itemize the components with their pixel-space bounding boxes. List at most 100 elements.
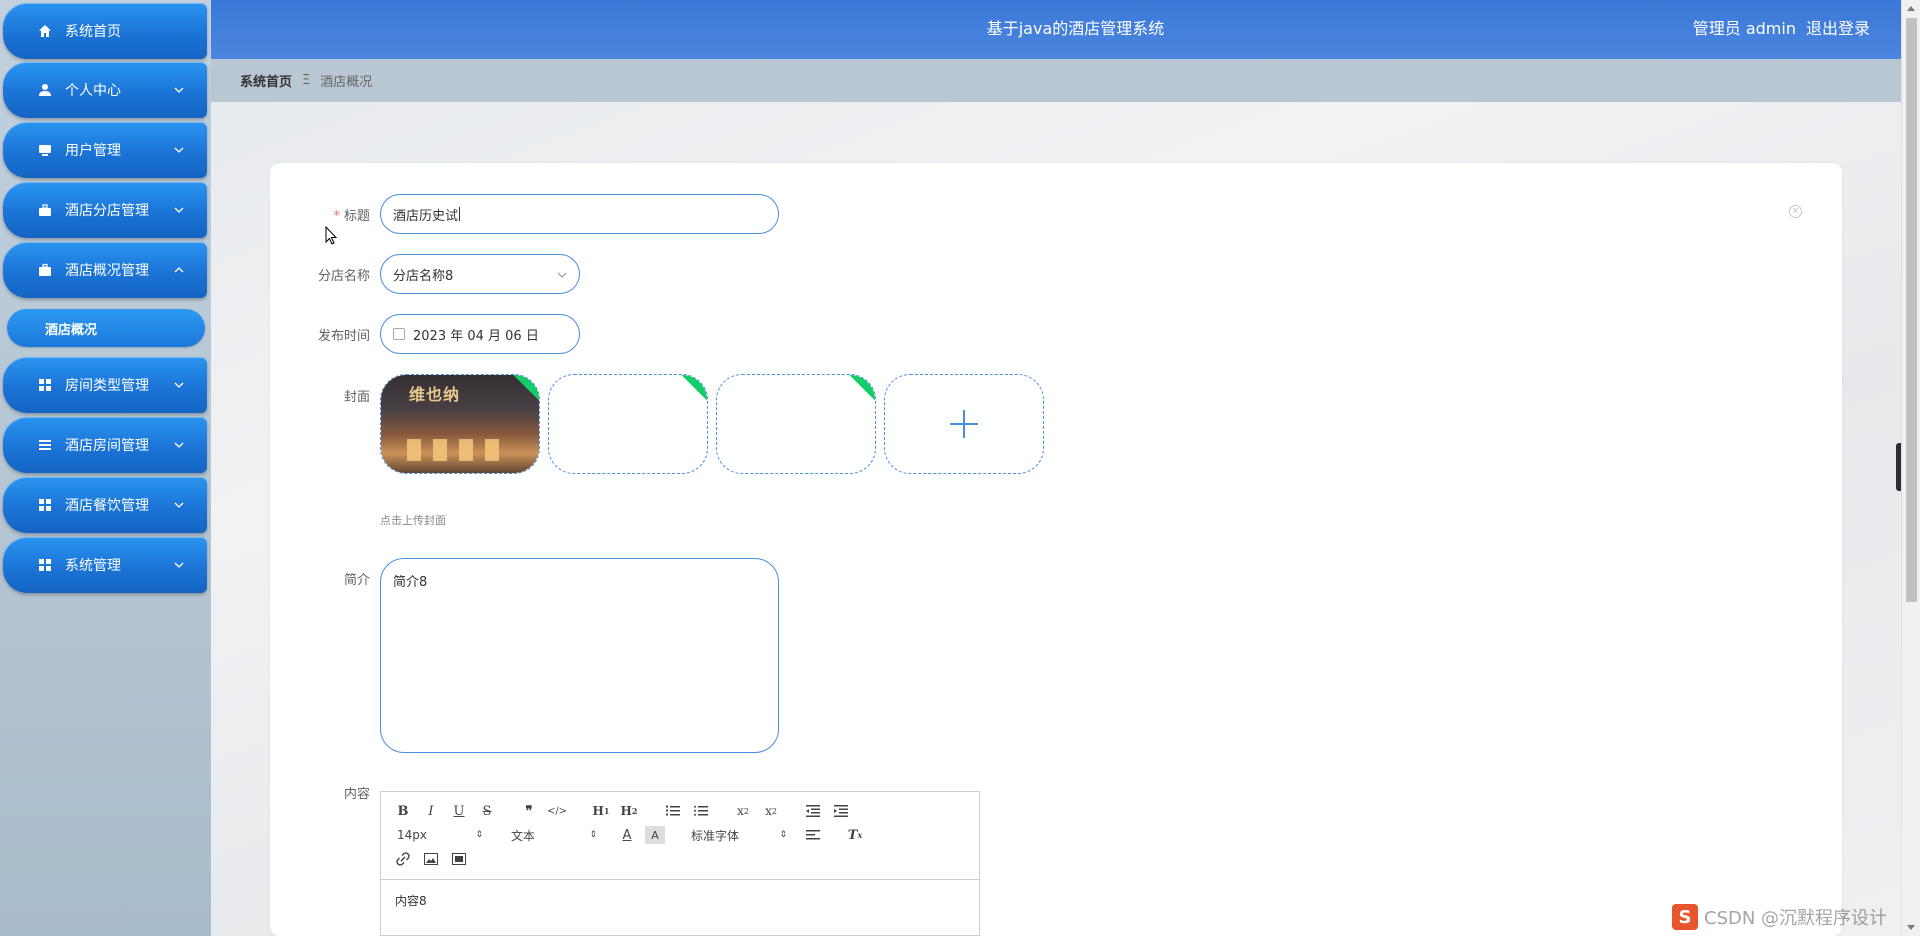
top-header: 基于java的酒店管理系统 管理员 admin 退出登录	[211, 0, 1920, 59]
sogou-logo-icon: S	[1672, 904, 1698, 930]
page-scrollbar[interactable]	[1901, 0, 1920, 936]
branch-select[interactable]: 分店名称8	[380, 254, 580, 294]
sidebar-item-system[interactable]: 系统管理	[3, 537, 207, 593]
background-color-icon[interactable]: A	[645, 826, 665, 844]
person-icon	[37, 82, 53, 98]
briefcase-icon	[37, 202, 53, 218]
editor-toolbar: B I U S ❞ </> H1 H2 x2 x2 14px ⇕ 文本 ⇕ A …	[381, 792, 979, 880]
quote-icon[interactable]: ❞	[519, 802, 539, 820]
bullet-list-icon[interactable]	[691, 802, 711, 820]
heading2-icon[interactable]: H2	[619, 802, 639, 820]
logout-link[interactable]: 退出登录	[1806, 0, 1870, 59]
video-icon[interactable]	[449, 850, 469, 868]
sidebar-item-room-types[interactable]: 房间类型管理	[3, 357, 207, 413]
cover-image-thumbnail[interactable]: 维也纳	[380, 374, 540, 474]
superscript-icon[interactable]: x2	[761, 802, 781, 820]
sidebar-item-rooms[interactable]: 酒店房间管理	[3, 417, 207, 473]
sidebar: 系统首页 个人中心 用户管理 酒店分店管理 酒店概况管理 酒店概况 房间类型管理…	[0, 0, 211, 936]
sidebar-item-branch[interactable]: 酒店分店管理	[3, 182, 207, 238]
image-icon[interactable]	[421, 850, 441, 868]
chevron-down-icon	[557, 269, 567, 279]
csdn-watermark: S CSDN @沉默程序设计	[1672, 902, 1887, 932]
grid-icon	[37, 557, 53, 573]
select-arrows-icon: ⇕	[589, 830, 597, 840]
title-label: * 标题	[333, 209, 370, 224]
cover-label: 封面	[343, 390, 370, 405]
strikethrough-icon[interactable]: S	[477, 802, 497, 820]
font-color-icon[interactable]: A	[617, 826, 637, 844]
cover-hint: 点击上传封面	[380, 514, 446, 527]
scroll-up-icon[interactable]	[1907, 6, 1915, 11]
sidebar-item-label: 酒店餐饮管理	[65, 498, 149, 514]
chevron-down-icon	[173, 499, 185, 511]
sidebar-subitem-label: 酒店概况	[45, 322, 98, 338]
briefcase-icon	[37, 262, 53, 278]
code-icon[interactable]: </>	[547, 802, 567, 820]
sidebar-item-label: 酒店房间管理	[65, 438, 149, 454]
sidebar-item-dining[interactable]: 酒店餐饮管理	[3, 477, 207, 533]
chevron-down-icon	[173, 144, 185, 156]
editor-content-area[interactable]: 内容8	[381, 880, 979, 921]
required-asterisk: *	[333, 209, 340, 224]
date-picker[interactable]: 2023 年 04 月 06 日	[380, 314, 580, 354]
cover-image-slot[interactable]	[548, 374, 708, 474]
title-input[interactable]: 酒店历史试	[380, 194, 779, 234]
watermark-text: CSDN @沉默程序设计	[1704, 908, 1888, 929]
clear-format-icon[interactable]: Tx	[845, 826, 865, 844]
upload-add-button[interactable]	[884, 374, 1044, 474]
date-label: 发布时间	[317, 329, 370, 344]
chevron-down-icon	[173, 379, 185, 391]
font-size-select[interactable]: 14px ⇕	[397, 826, 483, 844]
sidebar-item-users[interactable]: 用户管理	[3, 122, 207, 178]
breadcrumb-current: 酒店概况	[320, 75, 373, 90]
breadcrumb-home[interactable]: 系统首页	[240, 71, 292, 90]
sidebar-subitem-hotel-overview[interactable]: 酒店概况	[7, 309, 205, 347]
link-icon[interactable]	[393, 850, 413, 868]
list-icon	[37, 437, 53, 453]
branch-label: 分店名称	[317, 269, 370, 284]
form-card: × * 标题 酒店历史试 分店名称 分店名称8 发布时间 2023 年 04 月 …	[270, 163, 1842, 936]
bold-icon[interactable]: B	[393, 802, 413, 820]
chevron-down-icon	[173, 84, 185, 96]
subscript-icon[interactable]: x2	[733, 802, 753, 820]
sidebar-item-profile[interactable]: 个人中心	[3, 62, 207, 118]
sidebar-item-home[interactable]: 系统首页	[3, 3, 207, 59]
chevron-down-icon	[173, 559, 185, 571]
monitor-icon	[37, 142, 53, 158]
content-label: 内容	[343, 787, 370, 802]
breadcrumb: 系统首页 Ξ 酒店概况	[211, 59, 1901, 102]
user-area: 管理员 admin 退出登录	[1693, 0, 1870, 59]
font-family-select[interactable]: 标准字体 ⇕	[691, 826, 787, 844]
upload-success-badge	[677, 375, 707, 405]
underline-icon[interactable]: U	[449, 802, 469, 820]
sidebar-item-label: 酒店分店管理	[65, 203, 149, 219]
breadcrumb-separator: Ξ	[302, 73, 311, 88]
grid-icon	[37, 377, 53, 393]
heading1-icon[interactable]: H1	[591, 802, 611, 820]
sidebar-item-label: 系统管理	[65, 558, 121, 574]
sidebar-item-overview[interactable]: 酒店概况管理	[3, 242, 207, 298]
hotel-cover-image: 维也纳	[381, 375, 539, 473]
plus-icon	[950, 410, 978, 438]
select-arrows-icon: ⇕	[475, 830, 483, 840]
sidebar-item-label: 酒店概况管理	[65, 263, 149, 279]
cover-image-slot[interactable]	[716, 374, 876, 474]
chevron-down-icon	[173, 204, 185, 216]
user-label: 管理员 admin	[1692, 19, 1796, 38]
upload-success-badge	[845, 375, 875, 405]
ordered-list-icon[interactable]	[663, 802, 683, 820]
select-arrows-icon: ⇕	[779, 830, 787, 840]
scroll-down-icon[interactable]	[1907, 925, 1915, 930]
sidebar-item-label: 个人中心	[65, 83, 121, 99]
text-type-select[interactable]: 文本 ⇕	[511, 826, 597, 844]
text-caret	[459, 207, 461, 221]
grid-icon	[37, 497, 53, 513]
outdent-icon[interactable]	[803, 802, 823, 820]
indent-icon[interactable]	[831, 802, 851, 820]
scrollbar-thumb[interactable]	[1906, 18, 1917, 602]
sidebar-item-label: 房间类型管理	[65, 378, 149, 394]
align-icon[interactable]	[803, 826, 823, 844]
intro-textarea[interactable]: 简介8	[380, 558, 779, 753]
italic-icon[interactable]: I	[421, 802, 441, 820]
close-circle-icon[interactable]: ×	[1789, 205, 1802, 218]
